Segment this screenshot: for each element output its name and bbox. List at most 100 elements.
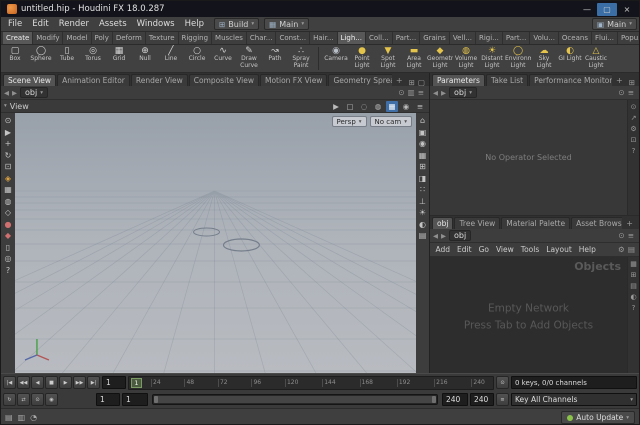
params-help-icon[interactable]: ? (632, 148, 636, 155)
back-icon[interactable]: ◀ (4, 89, 9, 97)
sphere-tool[interactable]: ◯ Sphere (28, 45, 54, 72)
network-menu-item[interactable]: Help (575, 245, 599, 254)
spot-light-tool[interactable]: ▼ Spot Light (375, 45, 401, 72)
menu-item[interactable]: Render (54, 17, 94, 31)
geometry-light-tool[interactable]: ◆ Geometry Light (427, 45, 453, 72)
pane-tab[interactable]: Asset Browser (571, 217, 623, 229)
shelf-tab[interactable]: Oceans (558, 32, 592, 44)
step-forward-button[interactable]: ▶▶ (73, 376, 86, 389)
minimize-button[interactable]: — (577, 3, 597, 16)
shelf-tab[interactable]: Char... (246, 32, 277, 44)
stop-button[interactable]: ■ (45, 376, 58, 389)
point-light-tool[interactable]: ● Point Light (349, 45, 375, 72)
pane-tab[interactable]: Scene View (3, 74, 57, 86)
network-color-icon[interactable]: ◐ (630, 294, 636, 301)
realtime-toggle-button[interactable]: ⊙ (31, 393, 44, 406)
current-frame-field[interactable]: 1 (102, 376, 126, 389)
pane-tab[interactable]: Take List (485, 74, 529, 86)
area-light-tool[interactable]: ▬ Area Light (401, 45, 427, 72)
split-pane-icon[interactable]: ▥ (408, 89, 415, 97)
pane-menu-icon[interactable]: ≡ (628, 89, 634, 97)
wireframe-mode-icon[interactable]: ◇ (5, 208, 11, 217)
add-pane-tab-button[interactable]: + (622, 217, 637, 229)
pane-tab[interactable]: Geometry Spreadsheet (328, 74, 392, 86)
shelf-tab[interactable]: Coll... (365, 32, 393, 44)
network-menu-item[interactable]: Edit (454, 245, 476, 254)
lighting-toggle-icon[interactable]: ☀ (419, 208, 426, 217)
pane-tab[interactable]: Animation Editor (57, 74, 130, 86)
add-pane-tab-button[interactable]: + (392, 74, 407, 86)
message-log-icon[interactable]: ▤ (5, 413, 13, 422)
visibility-tool-icon[interactable]: ◎ (5, 254, 12, 263)
snap-options-icon[interactable]: ▦ (4, 185, 12, 194)
view-tool-icon[interactable]: ⊙ (5, 116, 12, 125)
shelf-tab[interactable]: Grains (420, 32, 450, 44)
box-pick-icon[interactable]: ▢ (344, 101, 356, 112)
range-start-field[interactable]: 1 (122, 393, 148, 406)
shelf-tab[interactable]: Part... (502, 32, 531, 44)
paint-brush-icon[interactable]: ◆ (5, 231, 11, 240)
network-tools-icon[interactable]: ⚙ (618, 246, 625, 254)
desktop-selector[interactable]: ⊞ Build ▾ (213, 18, 260, 30)
go-to-end-button[interactable]: ▶| (87, 376, 100, 389)
shadows-toggle-icon[interactable]: ◐ (419, 220, 426, 229)
shelf-tab[interactable]: Rigi... (475, 32, 503, 44)
snapping-menu-icon[interactable]: ▦ (386, 100, 398, 112)
key-options-icon[interactable]: ≡ (496, 393, 509, 406)
desktop-main-selector[interactable]: ▣ Main ▾ (592, 18, 637, 30)
tube-tool[interactable]: ▯ Tube (54, 45, 80, 72)
network-menu-item[interactable]: Tools (517, 245, 542, 254)
network-snap-icon[interactable]: ⊞ (631, 272, 637, 279)
memory-usage-icon[interactable]: ▥ (18, 413, 26, 422)
step-back-button[interactable]: ◀ (31, 376, 44, 389)
ortho-views-icon[interactable]: ⊞ (419, 162, 426, 171)
points-display-icon[interactable]: ∷ (420, 185, 425, 194)
display-options-icon[interactable]: ◉ (400, 101, 412, 112)
forward-icon[interactable]: ▶ (441, 89, 446, 97)
pane-tab[interactable]: Performance Monitor (529, 74, 612, 86)
pane-tab[interactable]: Material Palette (501, 217, 571, 229)
network-pane-menu-icon[interactable]: ≡ (628, 232, 634, 240)
pane-tab[interactable]: Parameters (432, 74, 485, 86)
set-key-icon[interactable]: ⊙ (496, 376, 509, 389)
shelf-tab[interactable]: Rigging (178, 32, 213, 44)
forward-icon[interactable]: ▶ (441, 232, 446, 240)
shelf-tab[interactable]: Flui... (591, 32, 618, 44)
viewport-help-icon[interactable]: ? (6, 266, 10, 275)
network-menu-item[interactable]: Go (475, 245, 492, 254)
timeline[interactable]: 1 24 48 72 96 120 144 168 192 216 240 (128, 375, 494, 390)
play-reverse-button[interactable]: ◀◀ (17, 376, 30, 389)
shelf-tab[interactable]: Volu... (530, 32, 559, 44)
update-mode-dropdown[interactable]: Auto Update ▾ (561, 411, 635, 424)
pane-tab[interactable]: Render View (130, 74, 188, 86)
sculpt-brush-icon[interactable]: ● (5, 220, 12, 229)
range-slider-left-handle[interactable] (154, 396, 158, 403)
network-list-icon[interactable]: ▤ (628, 246, 635, 254)
shelf-tab[interactable]: Part... (392, 32, 421, 44)
select-tool-icon[interactable]: ▶ (5, 128, 11, 137)
back-icon[interactable]: ◀ (433, 89, 438, 97)
snapshot-icon[interactable]: ◨ (419, 174, 427, 183)
lock-params-icon[interactable]: ⊡ (631, 137, 637, 144)
viewport-menu-icon[interactable]: ≡ (414, 101, 426, 112)
network-menu-item[interactable]: Add (432, 245, 454, 254)
network-overview-icon[interactable]: ▦ (630, 261, 637, 268)
close-button[interactable]: × (617, 3, 637, 16)
viewport-canvas[interactable]: Persp ▾ No cam ▾ (15, 113, 416, 373)
forward-icon[interactable]: ▶ (12, 89, 17, 97)
background-toggle-icon[interactable]: ▤ (419, 231, 427, 240)
projection-selector[interactable]: Persp ▾ (331, 116, 367, 127)
pane-tab[interactable]: Composite View (188, 74, 259, 86)
line-tool[interactable]: ╱ Line (158, 45, 184, 72)
torus-tool[interactable]: ◎ Torus (80, 45, 106, 72)
shelf-tab[interactable]: Model (63, 32, 92, 44)
translate-tool-icon[interactable]: + (5, 139, 12, 148)
sky-light-tool[interactable]: ☁ Sky Light (531, 45, 557, 72)
environment-light-tool[interactable]: ◯ Environment Light (505, 45, 531, 72)
shelf-tab[interactable]: Hair... (310, 32, 338, 44)
range-end-field[interactable]: 240 (442, 393, 468, 406)
frame-selection-icon[interactable]: ▣ (419, 128, 427, 137)
play-mode-button[interactable]: ⇄ (17, 393, 30, 406)
path-tool[interactable]: ↝ Path (262, 45, 288, 72)
scale-tool-icon[interactable]: ⊡ (5, 162, 12, 171)
